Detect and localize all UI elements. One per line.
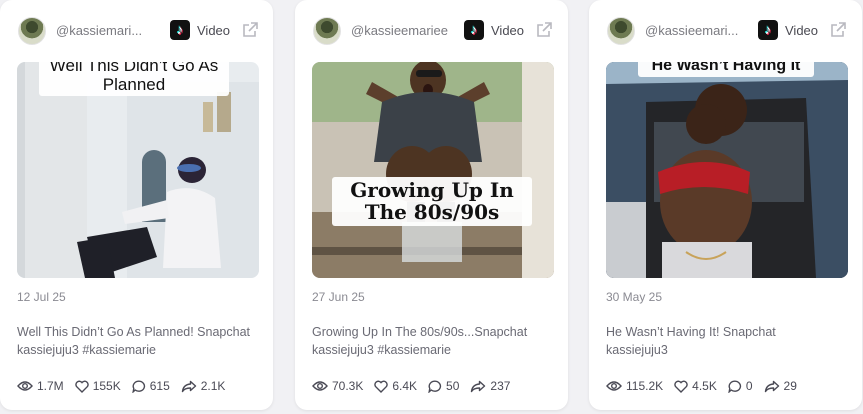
post-date: 27 Jun 25 [312, 290, 365, 304]
shares-stat: 29 [764, 379, 797, 393]
comments-count: 50 [446, 379, 460, 393]
video-thumbnail[interactable]: Growing Up In The 80s/90s [312, 62, 554, 278]
card-header: @kassieemariee Video [295, 14, 568, 48]
thumbnail-overlay-text: He Wasn’t Having It [638, 62, 814, 77]
type-label: Video [197, 23, 231, 38]
avatar[interactable] [607, 17, 635, 45]
video-card[interactable]: @kassieemari... Video He Wasn’t Having I… [589, 0, 862, 410]
shares-stat: 237 [470, 379, 510, 393]
thumbnail-overlay-text: Well This Didn’t Go As Planned [39, 62, 229, 97]
views-count: 70.3K [332, 379, 364, 393]
share-icon [181, 380, 196, 392]
views-stat: 115.2K [606, 379, 663, 393]
tiktok-icon [758, 20, 778, 40]
username[interactable]: @kassieemari... [645, 23, 747, 38]
type-label: Video [785, 23, 819, 38]
comments-stat: 0 [728, 379, 753, 393]
comments-count: 615 [149, 379, 170, 393]
views-stat: 70.3K [312, 379, 363, 393]
eye-icon [312, 381, 328, 391]
post-date: 12 Jul 25 [17, 290, 66, 304]
heart-icon [674, 380, 688, 393]
stats-row: 1.7M 155K 615 2.1K [17, 377, 236, 395]
thumbnail-image [312, 62, 554, 278]
views-count: 1.7M [37, 379, 64, 393]
video-card[interactable]: @kassieemariee Video Growing Up In [295, 0, 568, 410]
likes-stat: 6.4K [374, 379, 417, 393]
avatar[interactable] [313, 17, 341, 45]
external-link-icon[interactable] [241, 21, 259, 39]
thumbnail-image [606, 62, 848, 278]
shares-count: 2.1K [200, 379, 226, 393]
type-label: Video [491, 23, 525, 38]
tiktok-icon [170, 20, 190, 40]
comments-stat: 615 [131, 379, 170, 393]
views-count: 115.2K [626, 379, 664, 393]
likes-count: 6.4K [392, 379, 418, 393]
thumbnail-overlay-text: Growing Up In The 80s/90s [332, 177, 532, 226]
shares-stat: 2.1K [181, 379, 226, 393]
stats-row: 115.2K 4.5K 0 29 [606, 377, 808, 395]
comment-icon [428, 379, 442, 393]
username[interactable]: @kassieemariee [351, 23, 461, 38]
external-link-icon[interactable] [829, 21, 847, 39]
comments-stat: 50 [428, 379, 459, 393]
eye-icon [606, 381, 622, 391]
comment-icon [728, 379, 741, 393]
likes-count: 4.5K [692, 379, 717, 393]
heart-icon [74, 380, 89, 393]
shares-count: 237 [490, 379, 511, 393]
external-link-icon[interactable] [535, 21, 553, 39]
post-description: Well This Didn’t Go As Planned! Snapchat… [17, 325, 251, 358]
heart-icon [374, 380, 389, 393]
likes-stat: 155K [74, 379, 121, 393]
eye-icon [17, 381, 33, 391]
likes-count: 155K [92, 379, 121, 393]
tiktok-icon [464, 20, 484, 40]
share-icon [471, 380, 486, 392]
likes-stat: 4.5K [674, 379, 717, 393]
video-thumbnail[interactable]: Well This Didn’t Go As Planned [17, 62, 259, 278]
card-header: @kassiemari... Video [0, 14, 273, 48]
post-description: Growing Up In The 80s/90s...Snapchat kas… [312, 325, 528, 358]
comment-icon [131, 379, 145, 393]
share-icon [764, 380, 779, 392]
stats-row: 70.3K 6.4K 50 237 [312, 377, 521, 395]
post-date: 30 May 25 [606, 290, 663, 304]
username[interactable]: @kassiemari... [56, 23, 156, 38]
views-stat: 1.7M [17, 379, 64, 393]
shares-count: 29 [783, 379, 797, 393]
avatar[interactable] [18, 17, 46, 45]
video-card[interactable]: @kassiemari... Video Well This Didn’t Go… [0, 0, 273, 410]
comments-count: 0 [745, 379, 753, 393]
card-header: @kassieemari... Video [589, 14, 862, 48]
post-description: He Wasn’t Having It! Snapchat kassiejuju… [606, 325, 776, 358]
video-thumbnail[interactable]: He Wasn’t Having It [606, 62, 848, 278]
